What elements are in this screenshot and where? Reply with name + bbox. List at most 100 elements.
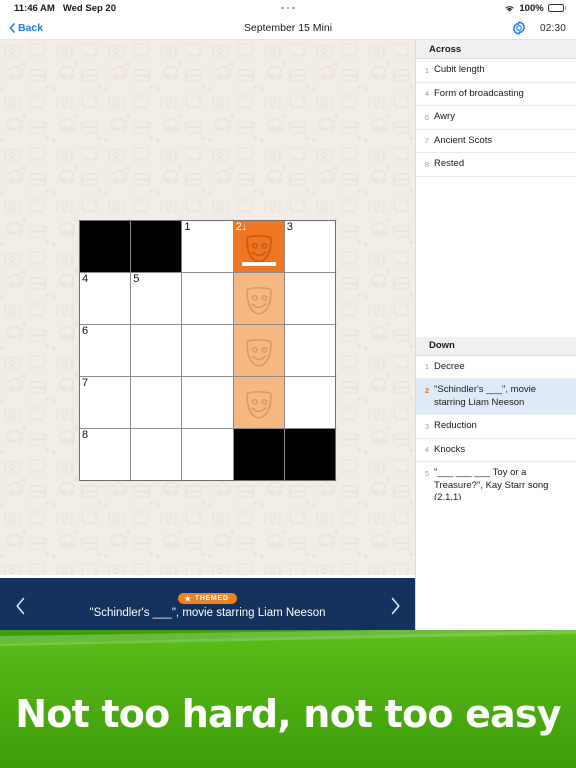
across-clue-list[interactable]: 1 Cubit length 4 Form of broadcasting 6 … xyxy=(416,59,576,177)
clue-number: 2 xyxy=(424,385,429,395)
grid-cell-r4c2[interactable] xyxy=(131,377,182,428)
clue-number: 1 xyxy=(424,362,429,371)
grid-cell-r5c5 xyxy=(284,429,335,480)
clue-text: Awry xyxy=(434,111,455,122)
page-title: September 15 Mini xyxy=(243,22,333,34)
grid-cell-r5c4 xyxy=(233,429,284,480)
cell-number: 4 xyxy=(82,273,89,285)
clue-item-across-4[interactable]: 4 Form of broadcasting xyxy=(416,82,576,106)
current-clue-bar: ★ THEMED "Schindler's ___", movie starri… xyxy=(0,578,415,634)
grid-cell-r3c1[interactable]: 6 xyxy=(80,325,131,376)
grid-cell-r5c2[interactable] xyxy=(131,429,182,480)
clue-text: Rested xyxy=(434,158,465,169)
battery-icon xyxy=(547,4,566,12)
grid-cell-r4c1[interactable]: 7 xyxy=(80,377,131,428)
advertisement-banner[interactable]: Not too hard, not too easy xyxy=(0,630,576,768)
down-clue-list[interactable]: 1 Decree 2 "Schindler's ___", movie star… xyxy=(416,355,576,511)
grid-cell-r5c1[interactable]: 8 xyxy=(80,429,131,480)
clue-text: Reduction xyxy=(434,420,477,431)
chevron-right-icon xyxy=(391,597,400,615)
clue-item-across-1[interactable]: 1 Cubit length xyxy=(416,59,576,83)
battery-percent: 100% xyxy=(519,2,544,14)
app-screen: 11:46 AM Wed Sep 20 100% Back September … xyxy=(0,0,576,768)
grid-cell-r3c3[interactable] xyxy=(182,325,233,376)
grid-cell-r2c2[interactable]: 5 xyxy=(131,273,182,324)
clue-list-spacer xyxy=(416,176,576,337)
status-bar-center xyxy=(0,0,576,16)
grid-cell-r3c4-highlighted[interactable] xyxy=(233,325,284,376)
clue-item-across-8[interactable]: 8 Rested xyxy=(416,153,576,177)
grid-cell-r4c5[interactable] xyxy=(284,377,335,428)
clue-number: 3 xyxy=(424,421,429,431)
cell-number: 3 xyxy=(286,221,293,233)
grid-cell-r3c2[interactable] xyxy=(131,325,182,376)
clue-number: 4 xyxy=(424,89,429,98)
puzzle-area: 1 2 ↓ 3 4 5 6 7 8 xyxy=(0,40,415,575)
theater-mask-icon xyxy=(246,286,272,315)
grid-cell-r2c5[interactable] xyxy=(284,273,335,324)
down-header: Down xyxy=(416,336,576,356)
ad-headline: Not too hard, not too easy xyxy=(15,692,561,736)
grid-cell-r1c2 xyxy=(131,221,182,272)
grid-cell-r1c1 xyxy=(80,221,131,272)
clue-text: Form of broadcasting xyxy=(434,87,524,99)
clue-text: Decree xyxy=(434,360,465,372)
crossword-grid[interactable]: 1 2 ↓ 3 4 5 6 7 8 xyxy=(79,220,336,481)
grid-cell-r1c3[interactable]: 1 xyxy=(182,221,233,272)
clue-item-down-3[interactable]: 3 Reduction xyxy=(416,415,576,439)
clue-number: 1 xyxy=(424,65,429,75)
grid-cell-r1c4-selected[interactable]: 2 ↓ xyxy=(233,221,284,272)
grid-cell-r4c3[interactable] xyxy=(182,377,233,428)
grid-cell-r2c3[interactable] xyxy=(182,273,233,324)
clue-number: 7 xyxy=(424,136,429,145)
grid-cell-r4c4-highlighted[interactable] xyxy=(233,377,284,428)
clue-text: Knocks xyxy=(434,443,466,455)
clue-number: 5 xyxy=(424,468,429,478)
clue-item-down-4[interactable]: 4 Knocks xyxy=(416,438,576,462)
status-bar-right: 100% xyxy=(504,0,566,16)
wifi-icon xyxy=(505,5,514,12)
clue-item-across-6[interactable]: 6 Awry xyxy=(416,106,576,130)
cell-number: 7 xyxy=(82,377,89,389)
theater-mask-icon xyxy=(246,390,272,419)
clue-item-across-7[interactable]: 7 Ancient Scots xyxy=(416,129,576,153)
clue-text: "Schindler's ___", movie starring Liam N… xyxy=(434,384,537,408)
clue-text: Ancient Scots xyxy=(434,134,493,146)
themed-badge: ★ THEMED xyxy=(178,592,237,605)
grid-cell-r1c5[interactable]: 3 xyxy=(284,221,335,272)
next-clue-button[interactable] xyxy=(377,578,413,634)
cell-number: 1 xyxy=(184,221,191,233)
current-clue-content: ★ THEMED "Schindler's ___", movie starri… xyxy=(40,578,375,634)
status-bar: 11:46 AM Wed Sep 20 100% xyxy=(0,0,576,16)
timer-display: 02:30 xyxy=(539,22,566,34)
grid-cell-r2c4-highlighted[interactable] xyxy=(233,273,284,324)
cell-number: 5 xyxy=(133,273,140,285)
navigation-bar-right: 02:30 xyxy=(512,16,566,40)
theater-mask-icon xyxy=(246,338,272,367)
themed-badge-label: THEMED xyxy=(194,595,229,602)
clue-number: 4 xyxy=(424,445,429,454)
previous-clue-button[interactable] xyxy=(2,578,38,634)
clue-number: 6 xyxy=(424,112,429,122)
clue-list-panel[interactable]: Across 1 Cubit length 4 Form of broadcas… xyxy=(415,40,576,634)
across-header: Across xyxy=(416,40,576,59)
grid-cell-r5c3[interactable] xyxy=(182,429,233,480)
clue-text: Cubit length xyxy=(434,64,485,75)
more-dots-icon xyxy=(281,6,295,10)
gear-icon[interactable] xyxy=(512,21,526,35)
chevron-left-icon xyxy=(15,597,24,615)
cell-number: 6 xyxy=(82,325,89,337)
clue-item-down-2-active[interactable]: 2 "Schindler's ___", movie starring Liam… xyxy=(416,379,576,415)
clue-text: "___ ___ ___ Toy or a Treasure?", Kay St… xyxy=(434,467,549,503)
clue-panel-empty-area xyxy=(416,500,576,634)
theater-mask-icon xyxy=(245,234,272,263)
clue-item-down-1[interactable]: 1 Decree xyxy=(416,355,576,379)
current-clue-text: "Schindler's ___", movie starring Liam N… xyxy=(89,607,326,620)
cell-number: 8 xyxy=(82,429,89,441)
grid-cell-r2c1[interactable]: 4 xyxy=(80,273,131,324)
star-icon: ★ xyxy=(184,593,192,603)
navigation-bar: Back September 15 Mini 02:30 xyxy=(0,16,576,40)
text-cursor xyxy=(241,262,276,266)
clue-number: 8 xyxy=(424,159,429,169)
grid-cell-r3c5[interactable] xyxy=(284,325,335,376)
